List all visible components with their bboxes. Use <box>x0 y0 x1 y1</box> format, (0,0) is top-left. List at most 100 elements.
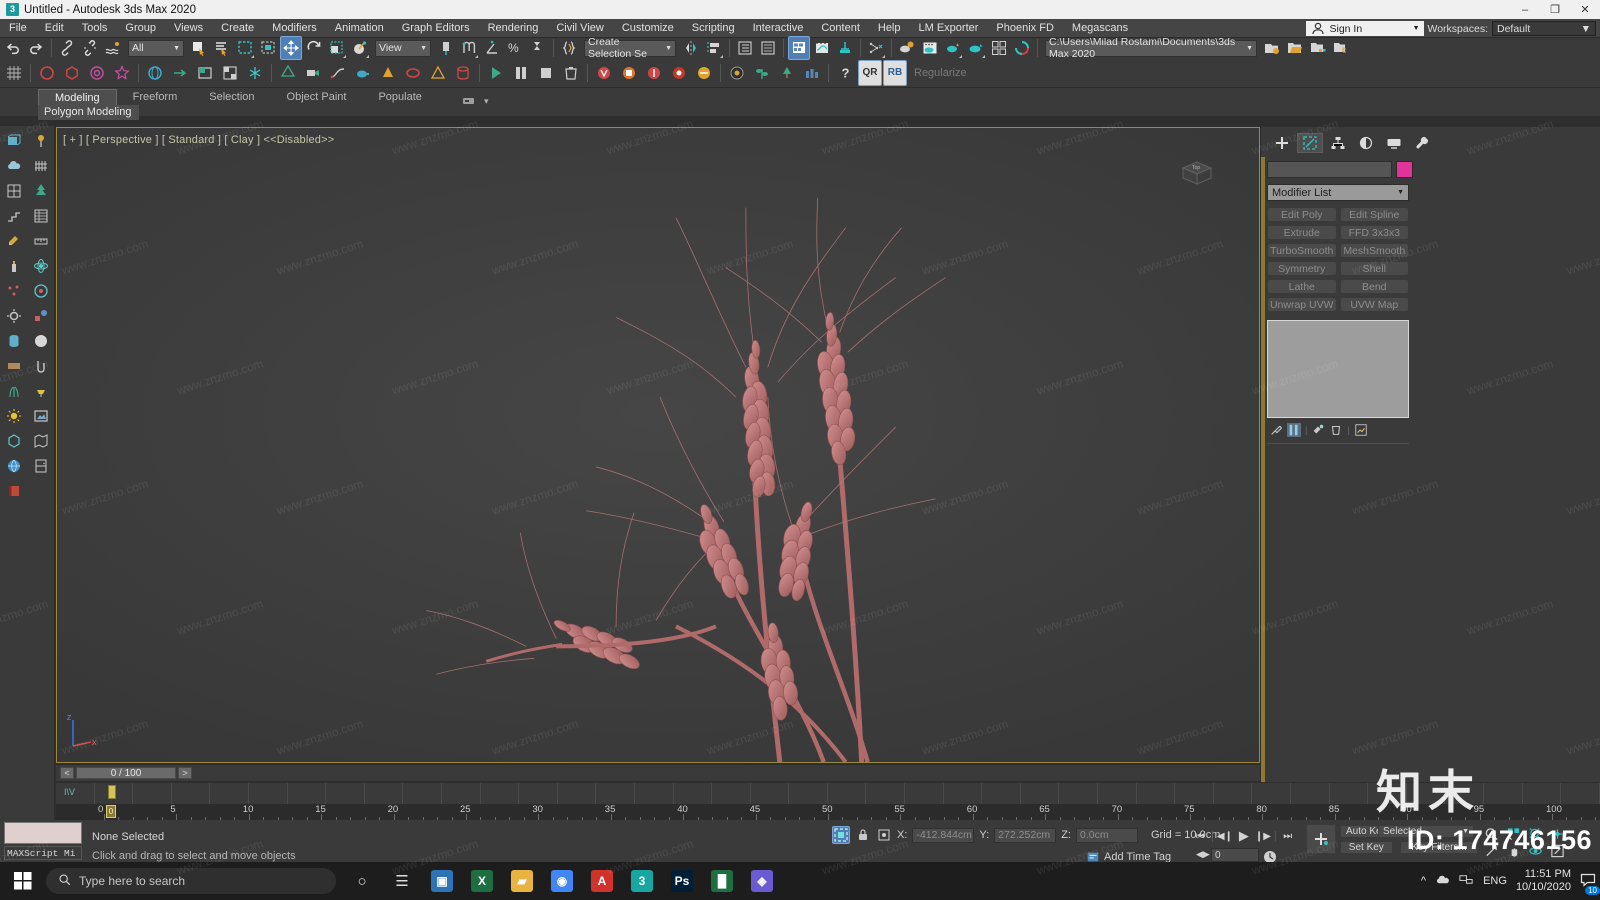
modifier-button-ffd-3x3x3[interactable]: FFD 3x3x3 <box>1339 225 1409 240</box>
render-setup-button[interactable] <box>919 36 941 60</box>
rectangular-selection-region-button[interactable] <box>234 36 256 60</box>
object-name-field[interactable] <box>1267 161 1392 178</box>
select-and-move-button[interactable] <box>280 36 302 60</box>
light-button[interactable] <box>276 60 300 86</box>
remove-modifier-icon[interactable] <box>1329 423 1343 437</box>
box-view-button[interactable] <box>193 60 217 86</box>
hierarchy-tab[interactable] <box>1325 133 1351 153</box>
camera-button[interactable] <box>301 60 325 86</box>
tool-icon-box[interactable] <box>0 128 27 153</box>
select-and-rotate-button[interactable] <box>303 36 325 60</box>
menu-item-phoenix-fd[interactable]: Phoenix FD <box>987 19 1062 38</box>
modifier-button-bend[interactable]: Bend <box>1339 279 1409 294</box>
go-to-end-button[interactable]: ⏭ <box>1280 828 1296 844</box>
animation-key-marker[interactable] <box>108 785 116 799</box>
action-center-icon[interactable]: 10 <box>1580 872 1600 895</box>
vray-frame-buffer-button[interactable] <box>617 60 641 86</box>
sign-in-button[interactable]: Sign In ▼ <box>1305 21 1424 36</box>
material-editor-button[interactable] <box>896 36 918 60</box>
viewcube[interactable]: Top <box>1175 158 1219 188</box>
toggle-ribbon-button[interactable] <box>788 36 810 60</box>
donut-button[interactable] <box>85 60 109 86</box>
menu-item-tools[interactable]: Tools <box>73 19 117 38</box>
play-button[interactable] <box>484 60 508 86</box>
current-frame-display[interactable]: 0 / 100 <box>76 767 176 779</box>
tool-icon-stairs[interactable] <box>0 203 27 228</box>
cone-button[interactable] <box>376 60 400 86</box>
y-coordinate-field[interactable]: 272.252cm <box>994 827 1057 843</box>
menu-item-help[interactable]: Help <box>869 19 910 38</box>
modifier-stack-list[interactable] <box>1267 320 1409 418</box>
close-button[interactable]: ✕ <box>1570 0 1600 19</box>
x-coordinate-field[interactable]: -412.844cm <box>912 827 975 843</box>
menu-item-views[interactable]: Views <box>165 19 212 38</box>
photoshop-icon[interactable]: Ps <box>662 862 702 900</box>
modifier-button-extrude[interactable]: Extrude <box>1267 225 1337 240</box>
tool-icon-paint[interactable] <box>0 228 27 253</box>
tool-icon-book[interactable] <box>0 478 27 503</box>
rb-button[interactable]: RB <box>883 59 907 86</box>
excel2-icon[interactable]: █ <box>702 862 742 900</box>
mirror-button[interactable] <box>680 36 702 60</box>
tool-icon-hex[interactable] <box>0 428 27 453</box>
tray-expand-icon[interactable]: ^ <box>1421 875 1426 887</box>
viewport-perspective[interactable]: [ + ] [ Perspective ] [ Standard ] [ Cla… <box>56 127 1260 763</box>
snap-toggle-button[interactable] <box>458 36 480 60</box>
use-pivot-center-button[interactable] <box>435 36 457 60</box>
previous-frame-button[interactable]: ◀❙ <box>1217 828 1233 844</box>
object-color-swatch[interactable] <box>1396 161 1413 178</box>
cortana-icon[interactable]: ○ <box>342 862 382 900</box>
tool-icon-window[interactable] <box>0 178 27 203</box>
tool-icon-map[interactable] <box>27 428 54 453</box>
viewport-label[interactable]: [ + ] [ Perspective ] [ Standard ] [ Cla… <box>63 134 334 146</box>
menu-item-file[interactable]: File <box>0 19 36 38</box>
make-unique-icon[interactable] <box>1311 423 1325 437</box>
viewport-canvas[interactable] <box>57 128 1259 762</box>
track-bar[interactable]: I\V <box>56 782 1600 804</box>
star-shape-button[interactable] <box>110 60 134 86</box>
menu-item-rendering[interactable]: Rendering <box>479 19 548 38</box>
sphere-primitive-button[interactable] <box>143 60 167 86</box>
modifier-button-edit-spline[interactable]: Edit Spline <box>1339 207 1409 222</box>
vray-material-button[interactable] <box>667 60 691 86</box>
onedrive-icon[interactable] <box>1435 872 1450 890</box>
tube-button[interactable] <box>451 60 475 86</box>
z-coordinate-field[interactable]: 0.0cm <box>1075 827 1138 843</box>
menu-item-graph-editors[interactable]: Graph Editors <box>393 19 479 38</box>
tool-icon-plank[interactable] <box>0 353 27 378</box>
display-tab[interactable] <box>1381 133 1407 153</box>
corona-render-button[interactable] <box>725 60 749 86</box>
lock-icon[interactable] <box>855 827 871 843</box>
stop-button[interactable] <box>534 60 558 86</box>
menu-item-content[interactable]: Content <box>812 19 869 38</box>
file-explorer-icon[interactable]: ▰ <box>502 862 542 900</box>
tool-icon-globe[interactable] <box>0 453 27 478</box>
menu-item-animation[interactable]: Animation <box>326 19 393 38</box>
modifier-button-symmetry[interactable]: Symmetry <box>1267 261 1337 276</box>
ngon-button[interactable] <box>60 60 84 86</box>
percent-snap-button[interactable]: % <box>504 36 526 60</box>
modifier-button-uvw-map[interactable]: UVW Map <box>1339 297 1409 312</box>
menu-item-create[interactable]: Create <box>212 19 263 38</box>
app-icon-excel[interactable]: X <box>462 862 502 900</box>
tool-icon-cabinet[interactable] <box>27 453 54 478</box>
modifier-button-edit-poly[interactable]: Edit Poly <box>1267 207 1337 222</box>
add-key-button[interactable] <box>1306 824 1336 854</box>
tool-icon-cylinder[interactable] <box>0 328 27 353</box>
time-configuration-icon[interactable] <box>1262 849 1276 863</box>
task-view-icon[interactable]: ☰ <box>382 862 422 900</box>
configure-modifier-sets-icon[interactable] <box>1354 423 1368 437</box>
3dsmax-icon[interactable]: 3 <box>622 862 662 900</box>
select-and-link-button[interactable] <box>56 36 78 60</box>
workspace-combo[interactable]: Default ▼ <box>1492 21 1596 36</box>
pin-stack-icon[interactable] <box>1269 423 1283 437</box>
misc-icon[interactable]: ◈ <box>742 862 782 900</box>
project-folder-combo[interactable]: C:\Users\Milad Rostami\Documents\3ds Max… <box>1045 36 1257 60</box>
go-to-start-button[interactable]: ⏮ <box>1192 828 1208 844</box>
taskbar-clock[interactable]: 11:51 PM 10/10/2020 <box>1516 868 1571 894</box>
vray-render-button[interactable] <box>592 60 616 86</box>
modifier-button-unwrap-uvw[interactable]: Unwrap UVW <box>1267 297 1337 312</box>
tool-icon-clip[interactable] <box>27 353 54 378</box>
teapot-button[interactable] <box>351 60 375 86</box>
schematic-view-button[interactable] <box>834 36 856 60</box>
